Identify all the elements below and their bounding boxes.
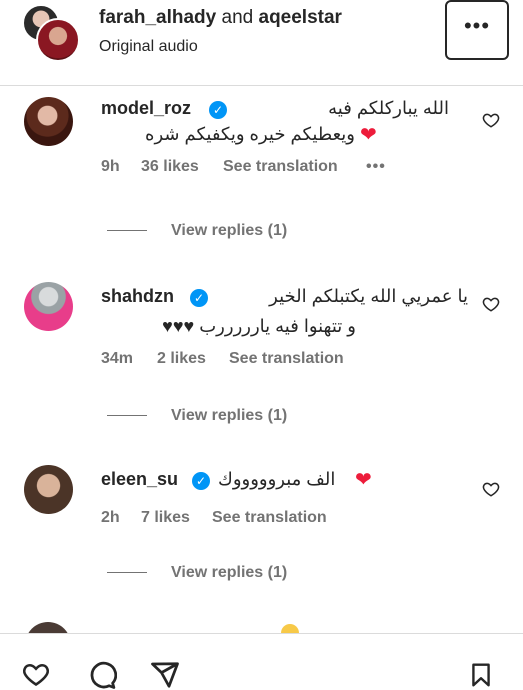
verified-badge-icon: ✓ xyxy=(190,289,208,307)
partial-comment xyxy=(0,620,523,634)
verified-badge-icon: ✓ xyxy=(209,101,227,119)
view-replies-button[interactable]: View replies (1) xyxy=(107,222,287,240)
post-header: farah_alhady and aqeelstar Original audi… xyxy=(0,0,523,86)
comment-likes[interactable]: 2 likes xyxy=(157,350,206,368)
comment-time[interactable]: 2h xyxy=(101,509,120,527)
replies-divider xyxy=(107,230,147,232)
comment-icon[interactable] xyxy=(87,660,117,690)
see-translation-link[interactable]: See translation xyxy=(223,158,338,176)
comment-text-line2: ويعطيكم خيره ويكفيكم شره xyxy=(145,124,355,144)
like-heart-icon[interactable] xyxy=(482,111,500,129)
like-icon[interactable] xyxy=(22,660,50,688)
like-heart-icon[interactable] xyxy=(482,480,500,498)
comment-options-icon[interactable]: ••• xyxy=(366,158,386,176)
avatar[interactable] xyxy=(24,282,73,331)
view-replies-label: View replies (1) xyxy=(171,407,288,424)
comment-username[interactable]: shahdzn xyxy=(101,286,174,307)
view-replies-label: View replies (1) xyxy=(171,222,288,239)
comment-likes[interactable]: 7 likes xyxy=(141,509,190,527)
comment-text-line1: يا عمريي الله يكتبلكم الخير xyxy=(269,286,468,306)
save-bookmark-icon[interactable] xyxy=(468,660,494,690)
more-options-button[interactable]: ••• xyxy=(445,0,509,60)
collab-avatars[interactable] xyxy=(22,4,80,62)
replies-divider xyxy=(107,572,147,574)
avatar[interactable] xyxy=(24,465,73,514)
comment-item: model_roz ✓ الله يباركلكم فيه ❤ ويعطيكم … xyxy=(0,96,523,239)
avatar-aqeel[interactable] xyxy=(36,18,80,62)
author-link-1[interactable]: farah_alhady xyxy=(99,7,216,28)
like-heart-icon[interactable] xyxy=(482,295,500,313)
comment-username[interactable]: eleen_su xyxy=(101,469,178,490)
post-authors: farah_alhady and aqeelstar xyxy=(99,7,342,29)
authors-conjunction: and xyxy=(221,7,254,28)
share-icon[interactable] xyxy=(149,660,181,690)
see-translation-link[interactable]: See translation xyxy=(229,350,344,368)
view-replies-button[interactable]: View replies (1) xyxy=(107,407,287,425)
replies-divider xyxy=(107,415,147,417)
comment-text-line2: و تتهنوا فيه يارررررب ♥♥♥ xyxy=(162,316,356,336)
comment-likes[interactable]: 36 likes xyxy=(141,158,199,176)
red-heart-emoji-icon: ❤ xyxy=(355,469,372,491)
red-heart-emoji-icon: ❤ xyxy=(360,124,377,146)
view-replies-button[interactable]: View replies (1) xyxy=(107,564,287,582)
comment-text-line1: الف مبروووووك xyxy=(218,469,336,489)
comment-item: eleen_su ✓ الف مبروووووك ❤ 2h 7 likes Se… xyxy=(0,465,523,595)
audio-label[interactable]: Original audio xyxy=(99,38,198,56)
comment-time[interactable]: 34m xyxy=(101,350,133,368)
post-action-bar xyxy=(0,633,523,689)
verified-badge-icon: ✓ xyxy=(192,472,210,490)
comment-text-line1: الله يباركلكم فيه xyxy=(328,98,449,118)
avatar[interactable] xyxy=(24,97,73,146)
comment-username[interactable]: model_roz xyxy=(101,98,191,119)
comment-item: shahdzn ✓ يا عمريي الله يكتبلكم الخير و … xyxy=(0,282,523,425)
more-icon: ••• xyxy=(463,13,491,38)
see-translation-link[interactable]: See translation xyxy=(212,509,327,527)
view-replies-label: View replies (1) xyxy=(171,564,288,581)
author-link-2[interactable]: aqeelstar xyxy=(259,7,342,28)
comment-time[interactable]: 9h xyxy=(101,158,120,176)
